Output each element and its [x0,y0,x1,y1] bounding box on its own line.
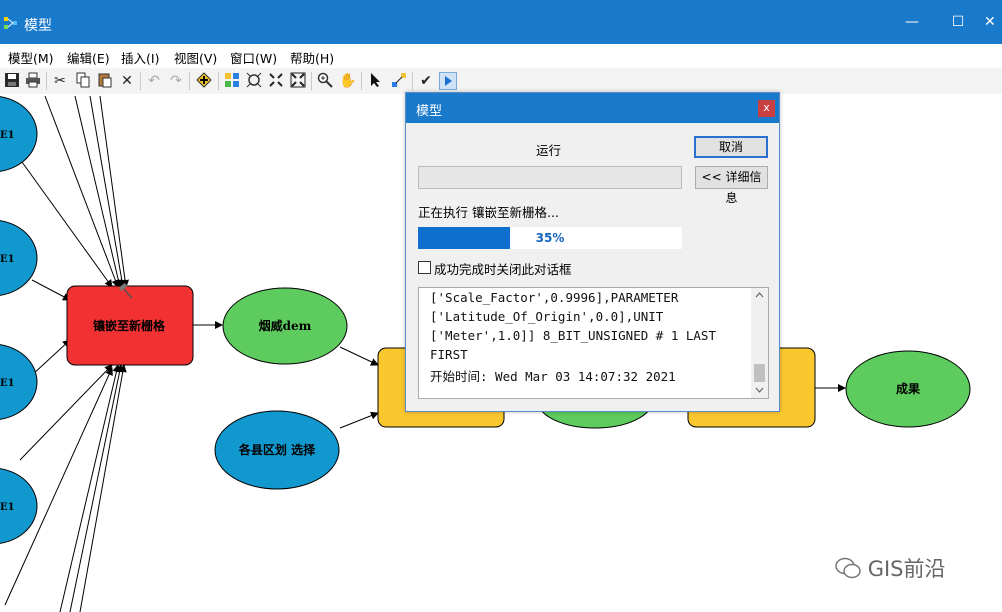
input-node-label: E1 [0,502,15,513]
run-icon[interactable] [439,72,457,90]
menu-help[interactable]: 帮助(H) [290,48,334,67]
tool-node-label: 镶嵌至新栅格 [93,318,166,333]
input-node-label: E1 [0,378,15,389]
progress-dialog: 模型 x 运行 取消 << 详细信息 正在执行 镶嵌至新栅格... 35% 成功… [405,92,780,412]
toolbar-separator [218,72,219,90]
window-title: 模型 [24,18,52,34]
dialog-close-button[interactable]: x [758,100,775,117]
connect-icon[interactable] [390,72,408,90]
delete-icon[interactable]: ✕ [118,72,136,90]
progress-bar: 35% [418,227,682,249]
zoom-out-fixed-icon[interactable] [289,72,307,90]
log-line: ['Meter',1.0]] 8_BIT_UNSIGNED # 1 LAST [430,328,716,343]
result-node-label: 成果 [896,381,920,396]
copy-icon[interactable] [74,72,92,90]
dialog-titlebar: 模型 x [406,93,779,123]
left-input-nodes: E1 E1 E1 E1 [0,96,38,544]
model-app-icon [4,17,17,29]
close-on-complete-label: 成功完成时关闭此对话框 [434,262,572,277]
close-on-complete-checkbox[interactable] [418,261,431,274]
toolbar: ✂ ✕ ↶ ↷ ✋ ✔ [0,68,1002,94]
log-line: 开始时间: Wed Mar 03 14:07:32 2021 [430,369,676,384]
watermark-text: GIS前沿 [867,557,946,581]
full-extent-icon[interactable] [245,72,263,90]
scroll-up-icon[interactable] [755,292,764,298]
validate-icon[interactable]: ✔ [417,72,435,90]
undo-icon[interactable]: ↶ [145,72,163,90]
toolbar-separator [46,72,47,90]
window-titlebar: 模型 — ☐ ✕ [0,0,1002,44]
dialog-body: 运行 取消 << 详细信息 正在执行 镶嵌至新栅格... 35% 成功完成时关闭… [406,123,779,411]
menu-view[interactable]: 视图(V) [174,48,217,67]
toolbar-separator [311,72,312,90]
dialog-title: 模型 [416,104,443,119]
log-line: FIRST [430,347,468,362]
scroll-down-icon[interactable] [755,387,764,393]
output-node-label: 烟威dem [259,318,312,333]
auto-layout-icon[interactable] [223,72,241,90]
log-scrollbar[interactable] [751,288,768,398]
redo-icon[interactable]: ↷ [167,72,185,90]
print-icon[interactable] [24,72,42,90]
toolbar-separator [189,72,190,90]
select-icon[interactable] [367,72,385,90]
wechat-icon [835,557,861,579]
menu-window[interactable]: 窗口(W) [230,48,277,67]
message-log[interactable]: ['Scale_Factor',0.9996],PARAMETER ['Lati… [418,287,769,399]
input-node-label: E1 [0,130,15,141]
input-node-counties-label: 各县区划 选择 [238,442,316,457]
details-button[interactable]: << 详细信息 [695,166,768,205]
close-button[interactable]: ✕ [984,10,1002,34]
toolbar-separator [412,72,413,90]
watermark: GIS前沿 [835,553,945,583]
minimize-button[interactable]: — [897,10,927,34]
menu-model[interactable]: 模型(M) [8,48,54,67]
menu-edit[interactable]: 编辑(E) [67,48,110,67]
progress-percent: 35% [535,231,565,245]
log-line: ['Latitude_Of_Origin',0.0],UNIT [430,309,664,324]
cut-icon[interactable]: ✂ [51,72,69,90]
add-data-icon[interactable] [195,72,213,90]
zoom-in-icon[interactable] [316,72,334,90]
menu-insert[interactable]: 插入(I) [121,48,159,67]
maximize-button[interactable]: ☐ [943,10,973,34]
log-line: ['Scale_Factor',0.9996],PARAMETER [430,290,679,305]
executing-text: 正在执行 镶嵌至新栅格... [418,205,559,220]
status-box [418,166,682,189]
zoom-in-fixed-icon[interactable] [267,72,285,90]
run-label: 运行 [536,143,562,158]
save-icon[interactable] [3,72,21,90]
scroll-thumb[interactable] [754,364,765,382]
input-node-label: E1 [0,254,15,265]
pan-icon[interactable]: ✋ [339,72,357,90]
cancel-button[interactable]: 取消 [694,136,768,158]
menu-bar: 模型(M) 编辑(E) 插入(I) 视图(V) 窗口(W) 帮助(H) [0,44,1002,68]
toolbar-separator [140,72,141,90]
paste-icon[interactable] [96,72,114,90]
toolbar-separator [361,72,362,90]
